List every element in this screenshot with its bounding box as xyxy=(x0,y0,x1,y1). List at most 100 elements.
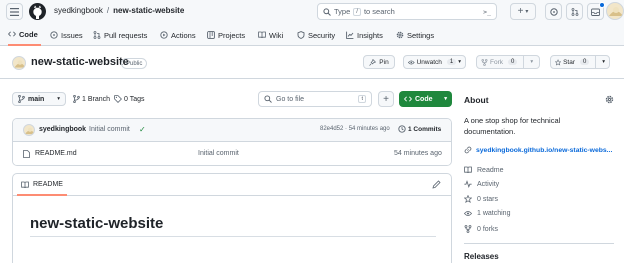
star-button[interactable]: Star 0 ▾ xyxy=(550,55,610,69)
branch-selector[interactable]: main ▾ xyxy=(12,92,66,106)
about-item-label: 0 stars xyxy=(477,195,499,203)
website-link[interactable]: syedkingbook.github.io/new-static-webs..… xyxy=(464,146,612,154)
tab-wiki[interactable]: Wiki xyxy=(258,24,283,46)
tab-label: Actions xyxy=(171,30,196,40)
about-description-line: A one stop shop for technical xyxy=(464,116,561,125)
tags-link[interactable]: 0 Tags xyxy=(114,95,145,103)
about-item-stars[interactable]: 0 stars xyxy=(464,195,498,203)
website-url: syedkingbook.github.io/new-static-webs..… xyxy=(476,146,613,154)
readme-tab-label: README xyxy=(33,181,63,188)
commit-author[interactable]: syedkingbook xyxy=(39,126,86,133)
pin-label: Pin xyxy=(379,58,389,66)
header-divider xyxy=(0,78,624,79)
avatar-icon xyxy=(25,127,34,134)
issues-button[interactable] xyxy=(545,3,562,20)
breadcrumb-repo[interactable]: new-static-website xyxy=(113,6,184,15)
pull-requests-button[interactable] xyxy=(566,3,583,20)
commit-message[interactable]: Initial commit xyxy=(89,126,130,133)
search-suffix: to search xyxy=(363,7,395,16)
branches-link[interactable]: 1 Branch xyxy=(73,95,110,103)
issue-icon xyxy=(50,31,58,39)
tab-actions[interactable]: Actions xyxy=(160,24,196,46)
branches-count: 1 Branch xyxy=(82,95,111,103)
code-button[interactable]: Code ▾ xyxy=(399,91,452,107)
file-table: syedkingbook Initial commit ✓ 82e4d52 · … xyxy=(12,118,452,166)
readme-panel: README new-static-website xyxy=(12,173,452,263)
user-avatar[interactable] xyxy=(606,2,624,20)
notifications-button[interactable] xyxy=(587,2,605,20)
commits-history-link[interactable]: 1 Commits xyxy=(398,125,441,133)
tab-security[interactable]: Security xyxy=(297,24,335,46)
about-item-label: 0 forks xyxy=(477,225,499,233)
about-item-watching[interactable]: 1 watching xyxy=(464,210,510,217)
latest-commit-row: syedkingbook Initial commit ✓ 82e4d52 · … xyxy=(13,119,451,142)
search-shortcut-key: / xyxy=(353,7,361,16)
search-input[interactable]: Type / to search >_ xyxy=(317,3,497,20)
tab-issues[interactable]: Issues xyxy=(50,24,83,46)
github-logo-icon[interactable] xyxy=(29,3,46,20)
fork-icon xyxy=(464,225,472,233)
add-file-button[interactable]: + xyxy=(378,91,394,107)
avatar-icon xyxy=(14,60,25,68)
shield-icon xyxy=(297,31,305,39)
gear-icon[interactable] xyxy=(605,95,614,104)
about-item-forks[interactable]: 0 forks xyxy=(464,225,498,233)
breadcrumb-separator: / xyxy=(106,6,110,15)
divider xyxy=(523,55,525,69)
eye-icon xyxy=(464,211,472,216)
chevron-down-icon: ▾ xyxy=(525,9,529,15)
file-name[interactable]: README.md xyxy=(35,150,77,157)
owner-avatar xyxy=(12,56,26,70)
star-icon xyxy=(464,195,472,203)
about-item-activity[interactable]: Activity xyxy=(464,180,499,188)
tab-label: Insights xyxy=(357,30,383,40)
visibility-badge: Public xyxy=(121,58,148,69)
about-title: About xyxy=(464,95,489,105)
search-prefix: Type xyxy=(334,7,351,16)
commit-hash-time[interactable]: 82e4d52 · 54 minutes ago xyxy=(320,126,390,132)
hamburger-icon xyxy=(10,7,19,16)
command-palette-icon[interactable]: >_ xyxy=(483,8,491,16)
divider xyxy=(595,55,597,69)
star-count: 0 xyxy=(580,59,590,65)
tab-projects[interactable]: Projects xyxy=(207,24,245,46)
tab-settings[interactable]: Settings xyxy=(396,24,434,46)
pin-button[interactable]: Pin xyxy=(363,55,395,69)
repo-nav-tabs: Code Issues Pull requests Actions Projec… xyxy=(0,24,624,46)
readme-tab[interactable]: README xyxy=(17,175,67,196)
tags-count: 0 Tags xyxy=(124,95,145,103)
fork-icon xyxy=(481,58,488,66)
file-icon xyxy=(23,150,30,158)
repo-title[interactable]: new-static-website xyxy=(31,56,129,68)
readme-header: README xyxy=(13,174,451,196)
branch-icon xyxy=(18,95,25,103)
table-row[interactable]: README.md Initial commit 54 minutes ago xyxy=(13,142,451,165)
unwatch-button[interactable]: Unwatch 1 ▾ xyxy=(403,55,466,69)
tab-insights[interactable]: Insights xyxy=(346,24,383,46)
book-icon xyxy=(21,181,29,188)
file-commit-message[interactable]: Initial commit xyxy=(198,150,239,157)
go-to-file-input[interactable]: Go to file t xyxy=(258,91,372,107)
tab-label: Pull requests xyxy=(104,30,148,40)
about-item-label: Readme xyxy=(477,166,504,174)
menu-button[interactable] xyxy=(6,3,23,20)
pencil-icon[interactable] xyxy=(432,180,441,189)
fork-button[interactable]: Fork 0 ▾ xyxy=(476,55,540,69)
releases-title[interactable]: Releases xyxy=(464,252,499,261)
code-icon xyxy=(8,31,16,37)
about-description-line: documentation. xyxy=(464,127,516,136)
tab-label: Settings xyxy=(407,30,435,40)
pull-request-icon xyxy=(571,7,578,16)
go-to-file-shortcut: t xyxy=(358,95,366,103)
projects-icon xyxy=(207,31,215,39)
tab-code[interactable]: Code xyxy=(8,24,41,46)
link-icon xyxy=(464,146,472,154)
about-item-readme[interactable]: Readme xyxy=(464,166,503,174)
tab-pull-requests[interactable]: Pull requests xyxy=(93,24,147,46)
breadcrumb-owner[interactable]: syedkingbook xyxy=(54,6,103,15)
chevron-down-icon: ▾ xyxy=(57,96,60,102)
tag-icon xyxy=(114,95,122,103)
issue-opened-icon xyxy=(549,7,558,16)
tab-label: Projects xyxy=(218,30,246,40)
create-new-button[interactable]: + ▾ xyxy=(510,3,536,20)
